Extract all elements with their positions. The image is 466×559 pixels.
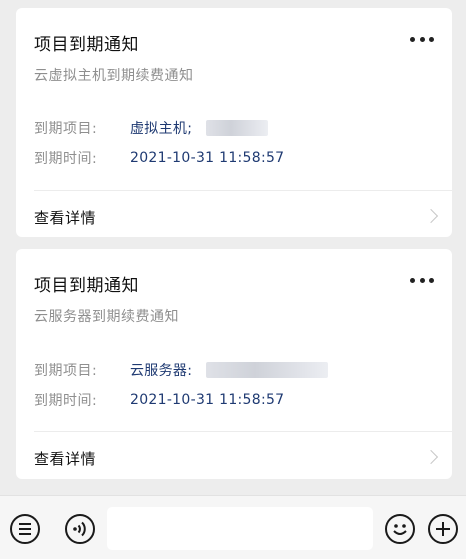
view-details-label: 查看详情 [34,209,97,227]
row-value: 云服务器: [130,363,193,379]
info-row-expiry: 到期时间: 2021-10-31 11:58:57 [34,148,284,168]
chat-input-bar [0,495,466,559]
card-title: 项目到期通知 [34,276,139,296]
card-title: 项目到期通知 [34,35,139,55]
voice-icon[interactable] [65,514,95,544]
info-row-expiry: 到期时间: 2021-10-31 11:58:57 [34,390,284,410]
view-details-button[interactable]: 查看详情 [16,191,452,237]
info-row-project: 到期项目: 云服务器: [34,360,329,380]
view-details-button[interactable]: 查看详情 [16,432,452,479]
plus-icon[interactable] [428,514,458,544]
view-details-label: 查看详情 [34,450,97,468]
redacted-block [206,120,269,136]
row-value: 2021-10-31 11:58:57 [130,150,285,166]
chevron-right-icon [423,449,439,465]
row-label: 到期项目: [34,363,98,379]
row-label: 到期项目: [34,121,98,137]
more-options-icon[interactable] [410,34,434,44]
row-value: 虚拟主机; [130,121,193,137]
row-label: 到期时间: [34,393,98,409]
redacted-block [206,362,329,378]
message-input[interactable] [107,507,373,550]
notification-card: 项目到期通知 云虚拟主机到期续费通知 到期项目: 虚拟主机; 到期时间: 202… [16,8,452,237]
more-options-icon[interactable] [410,275,434,285]
row-value: 2021-10-31 11:58:57 [130,392,285,408]
emoji-icon[interactable] [385,514,415,544]
chevron-right-icon [423,208,439,224]
row-label: 到期时间: [34,151,98,167]
card-subtitle: 云服务器到期续费通知 [34,309,179,325]
menu-icon[interactable] [10,514,40,544]
info-row-project: 到期项目: 虚拟主机; [34,118,269,138]
notification-card: 项目到期通知 云服务器到期续费通知 到期项目: 云服务器: 到期时间: 2021… [16,249,452,479]
card-subtitle: 云虚拟主机到期续费通知 [34,68,194,84]
